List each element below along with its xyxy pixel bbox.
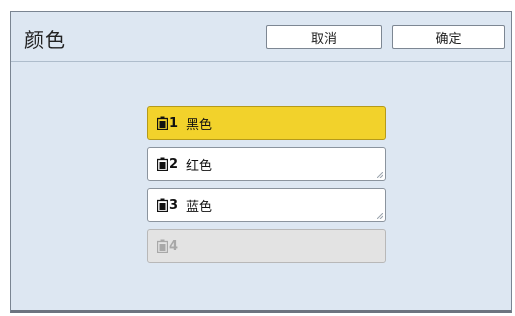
drum-slot-2[interactable]: 2 红色 (147, 147, 386, 181)
ink-drum-icon (157, 198, 168, 212)
slot-number: 2 (169, 156, 179, 172)
resize-corner-icon (377, 213, 383, 219)
drum-slot-3[interactable]: 3 蓝色 (147, 188, 386, 222)
resize-corner-icon (377, 172, 383, 178)
slot-number: 1 (169, 115, 179, 131)
ok-button[interactable]: 确定 (392, 25, 505, 49)
slot-number: 3 (169, 197, 179, 213)
dialog-header: 颜色 取消 确定 (11, 12, 511, 62)
slot-color-name: 黑色 (186, 117, 213, 133)
ink-drum-icon (157, 239, 168, 253)
ink-drum-icon (157, 157, 168, 171)
slot-number: 4 (169, 238, 179, 254)
ink-drum-icon (157, 116, 168, 130)
dialog-title: 颜色 (24, 28, 66, 52)
color-dialog: 颜色 取消 确定 1 黑色 2 红色 3 蓝色 4 (10, 11, 512, 313)
slot-color-name: 蓝色 (186, 199, 213, 215)
slot-color-name: 红色 (186, 158, 213, 174)
drum-slot-4: 4 (147, 229, 386, 263)
drum-slot-1[interactable]: 1 黑色 (147, 106, 386, 140)
cancel-button[interactable]: 取消 (266, 25, 382, 49)
